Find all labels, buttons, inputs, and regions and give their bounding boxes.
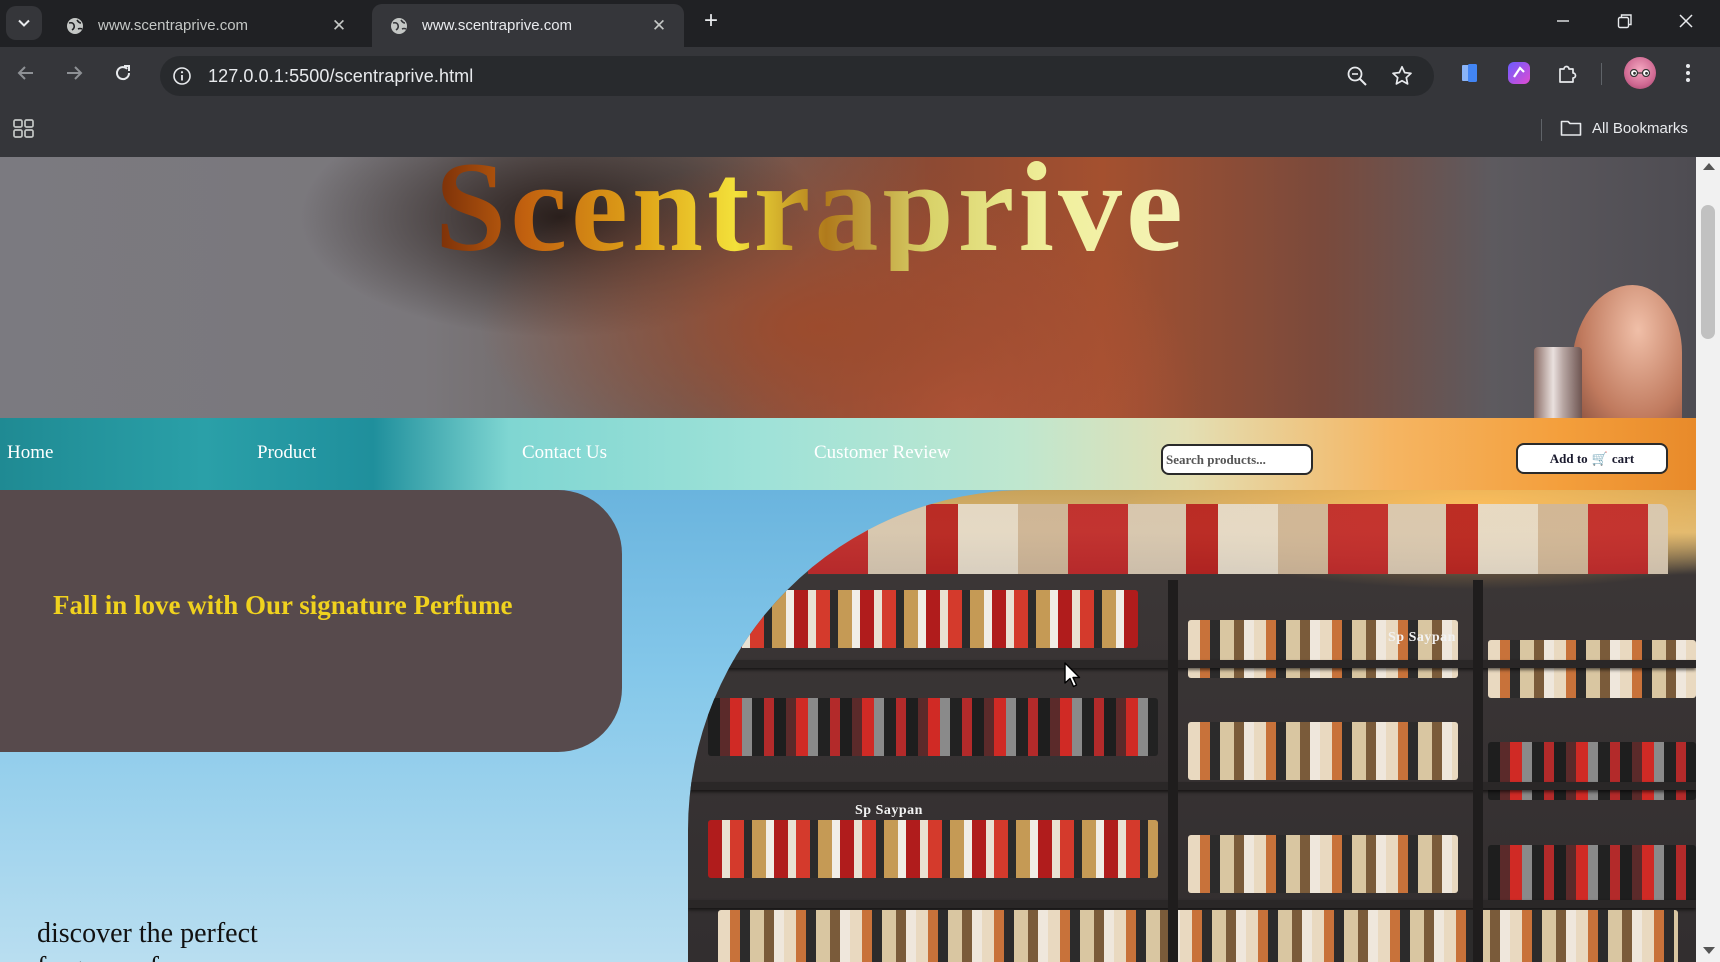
all-bookmarks-label: All Bookmarks [1592,119,1688,137]
minimize-icon [1557,20,1569,22]
cart-label-suffix: cart [1611,450,1635,466]
nav-contact-link[interactable]: Contact Us [522,442,607,464]
bottle-row [718,910,1678,962]
browser-menu-button[interactable] [1674,59,1702,87]
bottle-row [1488,742,1696,800]
shelf-divider [1473,580,1483,962]
reload-icon [116,65,131,81]
globe-icon [391,17,407,34]
tab-1[interactable]: www.scentraprive.com ✕ [48,4,364,47]
tab-close-icon[interactable]: ✕ [328,15,350,37]
restore-button[interactable] [1596,0,1654,42]
promo-title: Fall in love with Our signature Perfume [53,590,513,620]
address-bar[interactable]: 127.0.0.1:5500/scentraprive.html [160,56,1434,96]
url-text[interactable]: 127.0.0.1:5500/scentraprive.html [208,66,473,87]
minimize-button[interactable] [1534,0,1592,42]
extension-button[interactable] [1505,59,1533,87]
page-scrollbar[interactable] [1696,157,1720,962]
tab-close-icon[interactable]: ✕ [648,15,670,37]
folder-icon [1560,120,1582,136]
gift-boxes [808,504,1668,574]
back-button[interactable] [10,57,42,89]
search-input[interactable] [1161,444,1313,475]
nav-review-link[interactable]: Customer Review [814,442,951,464]
hero-banner: Scentraprive [0,157,1696,437]
promo-card: Fall in love with Our signature Perfume [0,490,622,752]
apps-grid-icon[interactable] [12,117,36,141]
bookmark-separator [1541,119,1542,141]
bottle-row [1188,620,1458,678]
shelf-board [688,900,1696,908]
discover-text: discover the perfect [37,918,258,949]
bottle-row [1488,640,1696,698]
bottle-row [1188,835,1458,893]
all-bookmarks-button[interactable]: All Bookmarks [1560,115,1688,141]
browser-toolbar: 127.0.0.1:5500/scentraprive.html [0,47,1720,99]
shelf-label: Sp Saypan [855,803,923,818]
window-close-icon [1679,14,1693,28]
bottle-row [1188,722,1458,780]
bottle-row [708,698,1158,756]
restore-icon [1617,14,1632,29]
extensions-menu-button[interactable] [1554,59,1582,87]
shelf-board [688,660,1696,668]
globe-icon [67,17,83,34]
puzzle-icon [1559,65,1577,83]
nav-product-link[interactable]: Product [257,442,316,464]
tab-title: www.scentraprive.com [98,17,249,34]
shelf-board [688,782,1696,790]
page-viewport: Scentraprive Home Product Contact Us Cus… [0,157,1720,962]
brand-title: Scentraprive [435,157,1187,271]
plus-icon: + [703,7,718,34]
extension-icon [1508,62,1530,84]
nav-home-link[interactable]: Home [7,442,53,464]
kebab-menu-icon [1686,64,1690,82]
back-icon [17,66,33,80]
bookmark-bar: All Bookmarks [0,99,1720,157]
discover-text-continued: fragrance for [37,951,182,962]
site-info-button[interactable] [170,64,194,88]
bottle-row [1488,845,1696,903]
reading-list-icon [1462,64,1477,82]
profile-avatar[interactable] [1624,57,1656,89]
forward-button[interactable] [58,57,90,89]
new-tab-button[interactable]: + [697,8,725,36]
scrollbar-thumb[interactable] [1701,205,1715,339]
perfume-shelf-image: Sp Saypan Sp Saypan [688,490,1696,962]
mouse-cursor-icon [1064,662,1081,688]
toolbar-separator [1601,63,1602,85]
star-icon[interactable] [1390,64,1414,88]
reload-button[interactable] [107,57,139,89]
cart-label-prefix: Add to [1549,450,1588,466]
glasses-icon [1629,69,1651,77]
tab-search-button[interactable] [6,6,42,40]
chevron-down-icon [18,19,30,27]
tab-2[interactable]: www.scentraprive.com ✕ [372,4,684,47]
bottle-row [708,820,1158,878]
scroll-down-arrow-icon[interactable] [1703,947,1715,954]
zoom-icon[interactable] [1346,65,1368,87]
shelf-divider [1168,580,1178,962]
forward-icon [67,66,83,80]
window-close-button[interactable] [1657,0,1715,42]
add-to-cart-button[interactable]: Add to 🛒 cart [1516,443,1668,474]
bottle-row [728,590,1138,648]
cart-icon: 🛒 [1591,450,1608,466]
extension-button[interactable] [1456,59,1484,87]
main-section: Sp Saypan Sp Saypan Fall in love with Ou… [0,490,1696,962]
hand-image [1572,285,1682,435]
main-nav: Home Product Contact Us Customer Review … [0,418,1696,490]
tab-title: www.scentraprive.com [422,17,573,34]
shelf-label: Sp Saypan [1388,630,1456,645]
scroll-up-arrow-icon[interactable] [1703,163,1715,170]
tab-strip: www.scentraprive.com ✕ www.scentraprive.… [0,0,1720,47]
site-info-icon [173,67,191,85]
